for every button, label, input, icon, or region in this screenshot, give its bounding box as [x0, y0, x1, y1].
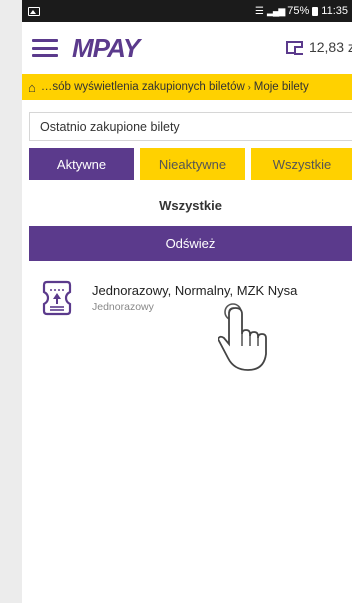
ticket-title: Jednorazowy, Normalny, MZK Nysa: [92, 283, 298, 298]
tab-all[interactable]: Wszystkie: [251, 148, 352, 180]
battery-percent: 75%: [287, 5, 310, 17]
wallet-icon: [285, 40, 303, 55]
ticket-icon: [42, 280, 72, 316]
balance-amount: 12,83 zł: [308, 39, 352, 55]
ticket-text: Jednorazowy, Normalny, MZK Nysa Jednoraz…: [92, 283, 297, 313]
image-notification-icon: [28, 6, 40, 16]
ticket-type-filter-label: Wszystkie: [159, 197, 222, 213]
tab-active-label: Aktywne: [56, 156, 107, 172]
status-time: 11:35: [321, 5, 348, 17]
app-screen: ☰ ▂▄▆ 75% 11:35 MPAY 12,83 zł ⌂ …sób wyś…: [22, 0, 352, 603]
wifi-icon: ☰: [255, 5, 265, 17]
tab-inactive[interactable]: Nieaktywne: [140, 148, 245, 180]
breadcrumb-current: Moje bilety: [253, 81, 309, 93]
ticket-type-filter[interactable]: Wszystkie: [29, 188, 352, 222]
ticket-subtitle: Jednorazowy: [92, 301, 154, 313]
breadcrumb-previous[interactable]: …sób wyświetlenia zakupionych biletów: [41, 81, 245, 93]
sort-dropdown-value: Ostatnio zakupione bilety: [40, 119, 180, 134]
signal-icon: ▂▄▆: [267, 5, 285, 16]
wallet-balance[interactable]: 12,83 zł: [285, 39, 352, 55]
status-tabs: Aktywne Nieaktywne Wszystkie: [29, 148, 352, 180]
app-logo: MPAY: [72, 32, 140, 63]
app-bar: MPAY 12,83 zł: [22, 22, 352, 74]
refresh-button[interactable]: Odśwież: [29, 226, 352, 261]
ticket-list-item[interactable]: Jednorazowy, Normalny, MZK Nysa Jednoraz…: [42, 280, 352, 316]
status-right: ☰ ▂▄▆ 75% 11:35: [255, 5, 348, 17]
status-bar: ☰ ▂▄▆ 75% 11:35: [22, 0, 352, 22]
status-left: [28, 6, 40, 16]
tab-inactive-label: Nieaktywne: [158, 156, 227, 172]
tab-active[interactable]: Aktywne: [29, 148, 134, 180]
tab-all-label: Wszystkie: [272, 156, 332, 172]
battery-icon: [312, 6, 319, 16]
sort-dropdown[interactable]: Ostatnio zakupione bilety: [29, 112, 352, 141]
home-icon[interactable]: ⌂: [28, 80, 36, 95]
chevron-right-icon: ›: [247, 82, 251, 92]
menu-icon[interactable]: [32, 39, 58, 57]
refresh-button-label: Odśwież: [165, 236, 216, 251]
breadcrumb: ⌂ …sób wyświetlenia zakupionych biletów …: [22, 74, 352, 100]
